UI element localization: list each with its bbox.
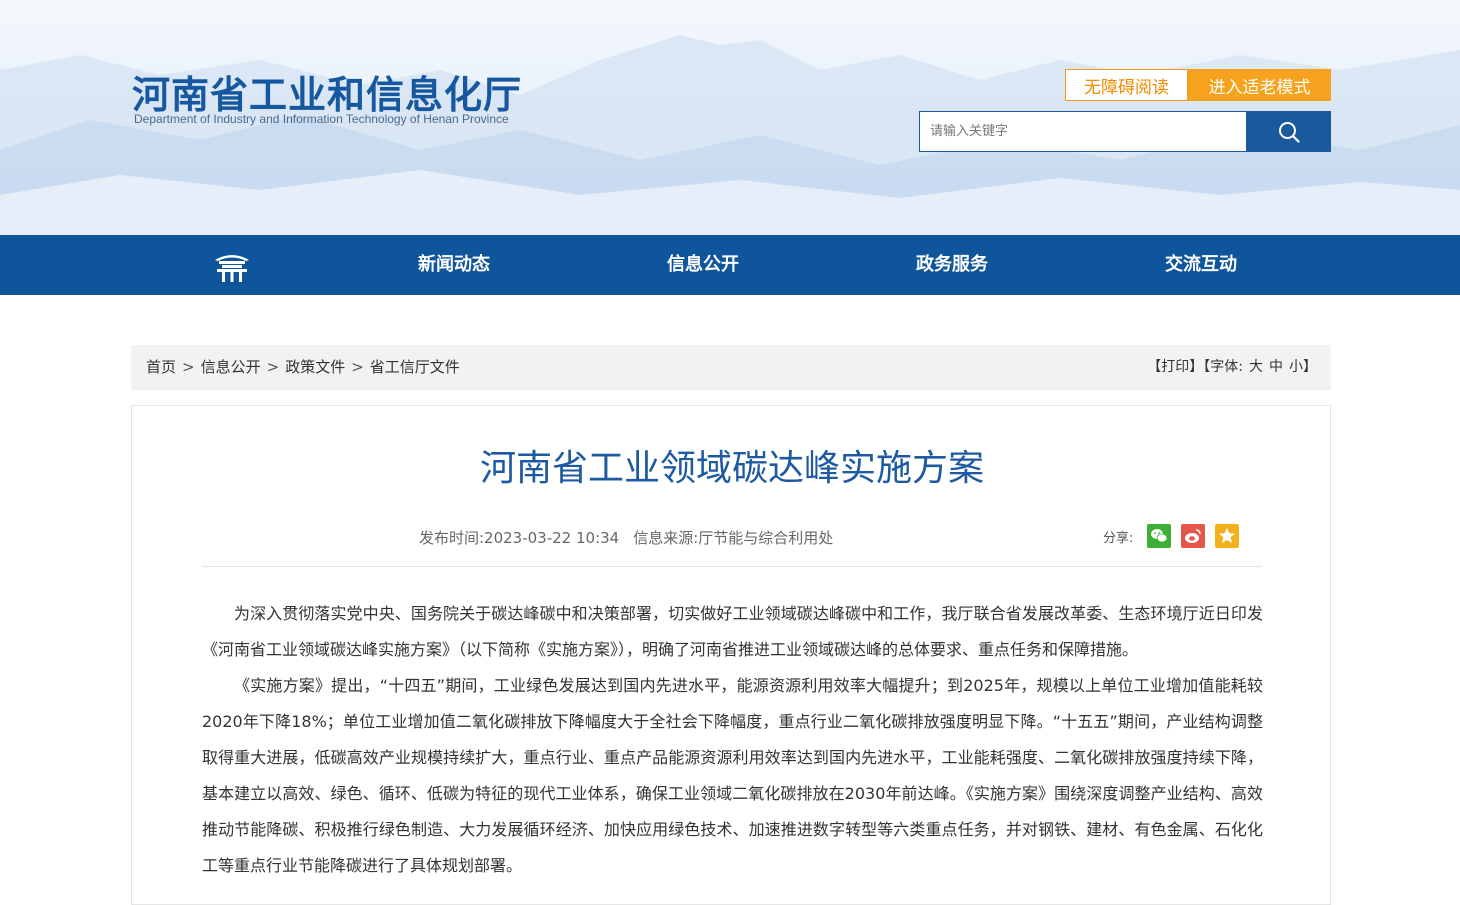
nav-info-public[interactable]: 信息公开 — [667, 235, 739, 295]
breadcrumb-separator: > — [266, 358, 280, 376]
info-source: 信息来源:厅节能与综合利用处 — [633, 529, 834, 547]
breadcrumb-policy-files[interactable]: 政策文件 — [285, 358, 345, 376]
font-large-button[interactable]: 大 — [1249, 359, 1263, 375]
pavilion-home-icon — [215, 255, 249, 282]
nav-home[interactable] — [213, 251, 251, 283]
breadcrumb-info-public[interactable]: 信息公开 — [201, 358, 261, 376]
share-bar: 分享: — [1103, 524, 1249, 548]
site-subtitle-en: Department of Industry and Information T… — [134, 112, 509, 126]
article-paragraph: 《实施方案》提出，“十四五”期间，工业绿色发展达到国内先进水平，能源资源利用效率… — [202, 676, 1263, 875]
favorite-button[interactable] — [1215, 524, 1240, 548]
breadcrumb-separator: > — [351, 358, 364, 376]
article-title: 河南省工业领域碳达峰实施方案 — [479, 448, 984, 489]
nav-news[interactable]: 新闻动态 — [418, 235, 490, 295]
mode-buttons: 无障碍阅读 进入适老模式 — [1065, 69, 1331, 101]
breadcrumb-bar: 首页 > 信息公开 > 政策文件 > 省工信厅文件 【打印】【字体: 大中小】 — [131, 345, 1331, 390]
search-input[interactable] — [919, 111, 1246, 152]
site-title[interactable]: 河南省工业和信息化厅 — [132, 64, 522, 119]
share-wechat-button[interactable] — [1147, 524, 1172, 548]
breadcrumb-home[interactable]: 首页 — [146, 358, 176, 376]
search-button[interactable] — [1246, 111, 1331, 152]
article-meta: 发布时间:2023-03-22 10:34 信息来源:厅节能与综合利用处 — [419, 527, 833, 548]
font-small-button[interactable]: 小 — [1289, 359, 1303, 375]
favorite-icon — [1215, 524, 1240, 548]
print-button[interactable]: 【打印】 — [1147, 359, 1203, 375]
nav-gov-service[interactable]: 政务服务 — [916, 235, 988, 295]
accessibility-reading-button[interactable]: 无障碍阅读 — [1065, 69, 1188, 101]
article-paragraph: 为深入贯彻落实党中央、国务院关于碳达峰碳中和决策部署，切实做好工业领域碳达峰碳中… — [202, 604, 1263, 659]
nav-interaction[interactable]: 交流互动 — [1165, 235, 1237, 295]
article-container: 河南省工业领域碳达峰实施方案 发布时间:2023-03-22 10:34 信息来源… — [131, 405, 1331, 905]
breadcrumb-dept-files[interactable]: 省工信厅文件 — [370, 358, 460, 376]
font-size-suffix: 】 — [1303, 359, 1317, 375]
share-weibo-button[interactable] — [1181, 524, 1206, 548]
search-box — [919, 111, 1331, 152]
article-body: 为深入贯彻落实党中央、国务院关于碳达峰碳中和决策部署，切实做好工业领域碳达峰碳中… — [202, 596, 1263, 884]
weibo-icon — [1181, 524, 1206, 548]
meta-divider — [202, 566, 1262, 567]
font-size-label: 【字体: — [1203, 359, 1243, 375]
elder-mode-button[interactable]: 进入适老模式 — [1188, 69, 1331, 101]
site-header: 河南省工业和信息化厅 Department of Industry and In… — [0, 0, 1460, 235]
wechat-icon — [1147, 524, 1172, 548]
breadcrumb-separator: > — [182, 358, 195, 376]
font-medium-button[interactable]: 中 — [1269, 359, 1283, 375]
article-tools: 【打印】【字体: 大中小】 — [1147, 345, 1317, 390]
publish-time: 发布时间:2023-03-22 10:34 — [419, 529, 620, 547]
search-icon — [1278, 121, 1300, 143]
breadcrumb: 首页 > 信息公开 > 政策文件 > 省工信厅文件 — [146, 345, 460, 390]
share-label: 分享: — [1103, 530, 1134, 546]
